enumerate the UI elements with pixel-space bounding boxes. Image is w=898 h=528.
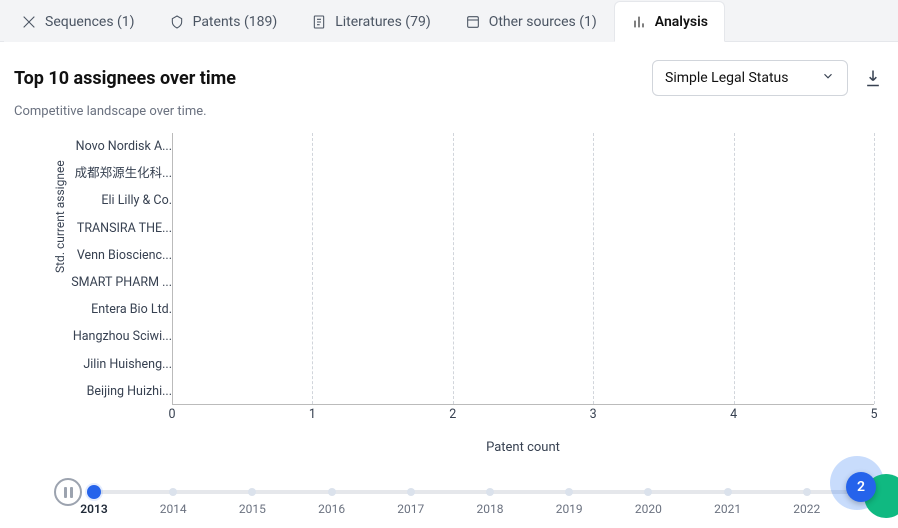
chart-y-tick: Hangzhou Sciwi... (32, 323, 172, 350)
legal-status-select[interactable]: Simple Legal Status (652, 60, 848, 96)
tab-patents[interactable]: Patents (189) (152, 1, 295, 42)
chart-y-tick: Eli Lilly & Co. (32, 187, 172, 214)
timeline-dot[interactable] (644, 488, 652, 496)
timeline-handle[interactable] (87, 485, 101, 499)
chevron-down-icon (821, 69, 835, 87)
select-value: Simple Legal Status (665, 70, 789, 86)
timeline-dot[interactable] (803, 488, 811, 496)
sequences-icon (21, 14, 37, 30)
timeline-dot[interactable] (486, 488, 494, 496)
timeline-year-label: 2017 (397, 502, 424, 516)
timeline-year-label: 2015 (239, 502, 266, 516)
chart-left-axis (172, 133, 173, 404)
timeline-track[interactable] (94, 490, 886, 494)
timeline-labels: 2013201420152016201720182019202020212022… (94, 502, 886, 518)
chart-y-axis: Novo Nordisk A...成都郑源生化科...Eli Lilly & C… (32, 133, 172, 405)
tab-other-sources[interactable]: Other sources (1) (448, 1, 614, 42)
timeline-dot[interactable] (724, 488, 732, 496)
timeline-year-label: 2021 (714, 502, 741, 516)
timeline-year-label: 2022 (793, 502, 820, 516)
chart-x-ticks: 012345 (172, 407, 874, 425)
chart-y-tick: Beijing Huizhi... (32, 378, 172, 405)
timeline-dot[interactable] (328, 488, 336, 496)
timeline-dot[interactable] (565, 488, 573, 496)
chart-y-tick: Entera Bio Ltd. (32, 296, 172, 323)
chart: Std. current assignee Novo Nordisk A...成… (14, 133, 884, 463)
chart-gridline (453, 133, 454, 404)
chart-x-label: Patent count (172, 440, 874, 455)
tab-label: Literatures (79) (335, 14, 430, 30)
tab-label: Analysis (655, 14, 708, 30)
patents-icon (169, 14, 185, 30)
chart-y-tick: 成都郑源生化科... (32, 160, 172, 187)
timeline-dot[interactable] (169, 488, 177, 496)
timeline-dot[interactable] (248, 488, 256, 496)
tab-bar: Sequences (1) Patents (189) Literatures … (0, 0, 898, 42)
timeline-year-label: 2018 (477, 502, 504, 516)
timeline-year-label: 2019 (556, 502, 583, 516)
timeline-year-label: 2013 (80, 502, 107, 516)
chart-gridline (593, 133, 594, 404)
timeline: 2013 2014 2015 2016 2017 2018 2019 2020 2021 2022… (48, 472, 898, 522)
tab-label: Sequences (1) (45, 14, 135, 30)
chart-x-tick: 5 (870, 407, 877, 422)
chat-bubble-count: 2 (857, 479, 865, 495)
analysis-icon (631, 14, 647, 30)
chart-plot-area (172, 133, 874, 405)
literatures-icon (311, 14, 327, 30)
chart-x-tick: 3 (590, 407, 597, 422)
tab-analysis[interactable]: Analysis (614, 1, 725, 42)
page-subtitle: Competitive landscape over time. (0, 100, 898, 119)
chart-x-tick: 1 (309, 407, 316, 422)
timeline-dot[interactable] (407, 488, 415, 496)
tab-sequences[interactable]: Sequences (1) (4, 1, 152, 42)
pause-button[interactable] (54, 478, 82, 506)
chart-gridline (734, 133, 735, 404)
timeline-year-label: 2014 (160, 502, 187, 516)
chart-y-tick: SMART PHARM ... (32, 269, 172, 296)
tab-literatures[interactable]: Literatures (79) (294, 1, 447, 42)
timeline-year-label: 2020 (635, 502, 662, 516)
chart-x-tick: 4 (730, 407, 737, 422)
chart-y-tick: Venn Bioscienc... (32, 242, 172, 269)
chart-y-tick: Jilin Huisheng... (32, 351, 172, 378)
chat-bubble[interactable]: 2 (846, 472, 876, 502)
chart-y-tick: TRANSIRA THE... (32, 215, 172, 242)
page-title: Top 10 assignees over time (14, 68, 236, 89)
chart-y-tick: Novo Nordisk A... (32, 133, 172, 160)
chart-x-tick: 2 (449, 407, 456, 422)
chart-gridline (874, 133, 875, 404)
chart-gridline (312, 133, 313, 404)
timeline-year-label: 2016 (318, 502, 345, 516)
tab-label: Patents (189) (193, 14, 278, 30)
tab-label: Other sources (1) (489, 14, 597, 30)
other-sources-icon (465, 14, 481, 30)
section-header: Top 10 assignees over time Simple Legal … (0, 42, 898, 100)
chart-x-tick: 0 (168, 407, 175, 422)
pause-icon (64, 487, 73, 498)
download-button[interactable] (862, 67, 884, 89)
